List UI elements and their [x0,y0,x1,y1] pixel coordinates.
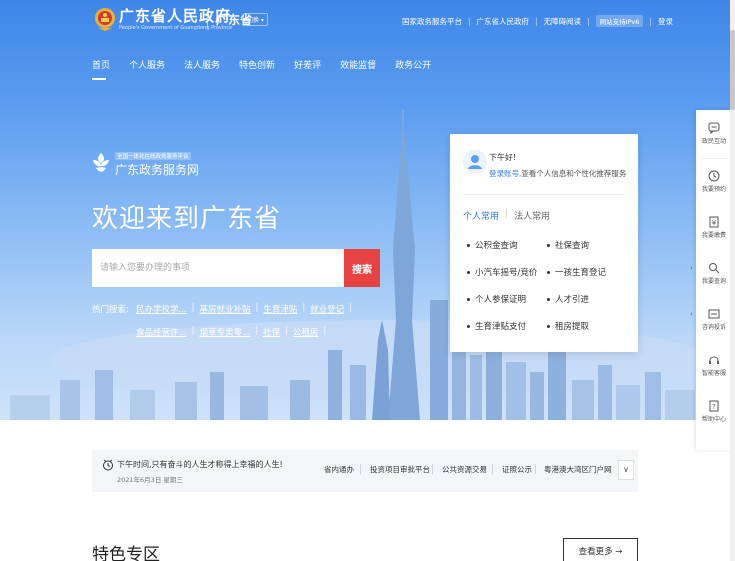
expand-chevron-button[interactable]: ∨ [618,460,634,480]
toplink-provincial-gov[interactable]: 广东省人民政府 [477,16,530,27]
hot-link[interactable]: 公租房 [293,326,319,338]
nav-corporate-services[interactable]: 法人服务 [184,58,220,71]
search-box [92,249,344,287]
divider [463,194,625,195]
card-login-link[interactable]: 登录账号, [489,169,521,178]
payment-icon: ¥ [709,216,719,228]
hot-link[interactable]: 就业登记 [310,303,344,315]
brand-name: 广东政务服务网 [115,163,200,177]
search-input[interactable] [92,249,344,287]
tab-corporate-common[interactable]: 法人常用 [514,209,550,222]
national-emblem-icon[interactable] [94,6,116,32]
hero-banner: 广东省人民政府 People's Government of Guangdong… [0,0,735,420]
greeting-text: 下午好! [489,153,517,162]
notice-date: 2021年6月3日 星期三 [117,476,183,484]
service-link[interactable]: 个人参保证明 [467,293,526,305]
hot-search-row-2: 食品经营许... | 烟草专卖零... | 社保 | 公租房 | [136,326,327,338]
user-service-card: 下午好! 登录账号,查看个人信息和个性化推荐服务 个人常用 | 法人常用 公积金… [450,134,638,352]
hot-search-label: 热门搜索: [92,305,129,315]
scrollbar-thumb[interactable] [730,30,735,110]
user-avatar-icon [463,150,487,174]
tool-query[interactable]: ‹ 我要查询 [690,262,732,285]
alarm-clock-icon [103,459,113,471]
hot-search-row-1: 民办学校学... | 基层就业补贴 | 生育津贴 | 就业登记 | [136,303,353,315]
toplink-accessibility[interactable]: 无障碍阅读 [544,16,582,27]
view-more-button[interactable]: 查看更多 → [563,538,638,561]
separator: | [468,16,471,26]
svg-text:?: ? [712,403,716,411]
divider [207,12,208,28]
brand-tagline: 全国一体化在线政务服务平台 [115,152,191,160]
hot-link[interactable]: 食品经营许... [136,326,187,338]
top-bar: 广东省人民政府 People's Government of Guangdong… [0,0,735,40]
nav-home[interactable]: 首页 [92,58,110,80]
side-toolbar: 政民互动 我要预约 ¥ 我要缴费 ‹ 我要查询 ‹ 咨询投诉 智能客服 ? 帮助… [690,110,732,450]
tool-smart-service[interactable]: 智能客服 [696,354,732,377]
hot-link[interactable]: 民办学校学... [136,303,187,315]
switch-province-button[interactable]: 切换 ▾ [243,13,268,26]
quick-link-greater-bay-area[interactable]: 粤港澳大湾区门户网 [544,464,612,475]
tool-gov-interaction[interactable]: 政民互动 [696,122,732,145]
top-links: 国家政务服务平台 | 广东省人民政府 | 无障碍阅读 | 网站支持IPv6 | … [402,15,673,27]
nav-personal-services[interactable]: 个人服务 [129,58,165,71]
hot-link[interactable]: 生育津贴 [263,303,297,315]
special-zone-title: 特色专区 [92,545,160,561]
quick-link-investment-approval[interactable]: 投资项目审批平台 [370,464,430,475]
chat-bubble-icon [708,122,720,134]
service-link[interactable]: 公积金查询 [467,239,518,251]
hot-link[interactable]: 烟草专卖零... [199,326,250,338]
gd-service-logo-icon [93,153,109,172]
quick-link-license-publicity[interactable]: 证照公示 [502,464,532,475]
service-link[interactable]: 生育津贴支付 [467,320,526,332]
notice-text: 下午时间,只有奋斗的人生才称得上幸福的人生! [117,460,283,469]
main-nav: 首页 个人服务 法人服务 特色创新 好差评 效能监督 政务公开 [92,58,450,80]
service-link[interactable]: 人才引进 [547,293,589,305]
tool-complaint[interactable]: ‹ 咨询投诉 [690,308,732,331]
arrow-left-icon: ‹ [690,310,693,318]
welcome-heading: 欢迎来到广东省 [92,204,282,234]
gov-title[interactable]: 广东省人民政府 [119,5,231,26]
tool-appointment[interactable]: 我要预约 [696,170,732,193]
quick-link-public-resources[interactable]: 公共资源交易 [442,464,487,475]
tool-payment[interactable]: ¥ 我要缴费 [696,216,732,239]
clock-icon [708,170,720,182]
login-prompt: 登录账号,查看个人信息和个性化推荐服务 [489,169,627,178]
tab-personal-common[interactable]: 个人常用 [463,209,499,222]
toplink-national-platform[interactable]: 国家政务服务平台 [402,16,462,27]
hot-link[interactable]: 基层就业补贴 [199,303,250,315]
separator: | [587,16,590,26]
nav-gov-affairs[interactable]: 政务公开 [395,58,431,71]
hot-link[interactable]: 社保 [263,326,280,338]
service-link[interactable]: 租房提取 [547,320,589,332]
separator: | [649,16,652,26]
notice-bar: 下午时间,只有奋斗的人生才称得上幸福的人生! 2021年6月3日 星期三 省内通… [92,450,638,492]
search-button[interactable]: 搜索 [344,249,380,287]
nav-efficiency-supervision[interactable]: 效能监督 [340,58,376,71]
ipv6-badge: 网站支持IPv6 [595,15,644,27]
svg-text:¥: ¥ [712,219,717,227]
service-link[interactable]: 社保查询 [547,239,589,251]
headset-icon [709,356,719,364]
arrow-left-icon: ‹ [690,264,693,272]
complaint-icon [708,309,720,319]
login-link[interactable]: 登录 [658,16,673,27]
separator: | [535,16,538,26]
search-icon [709,263,720,274]
service-link[interactable]: 一孩生育登记 [547,266,606,278]
service-link[interactable]: 小汽车摇号/竞价 [467,266,537,278]
nav-featured-innovation[interactable]: 特色创新 [239,58,275,71]
nav-rating[interactable]: 好差评 [294,58,321,71]
common-tabs: 个人常用 | 法人常用 [463,209,551,222]
quick-link-intra-province[interactable]: 省内通办 [324,464,354,475]
tool-help-center[interactable]: ? 帮助中心 [696,400,732,423]
help-icon: ? [709,400,719,412]
